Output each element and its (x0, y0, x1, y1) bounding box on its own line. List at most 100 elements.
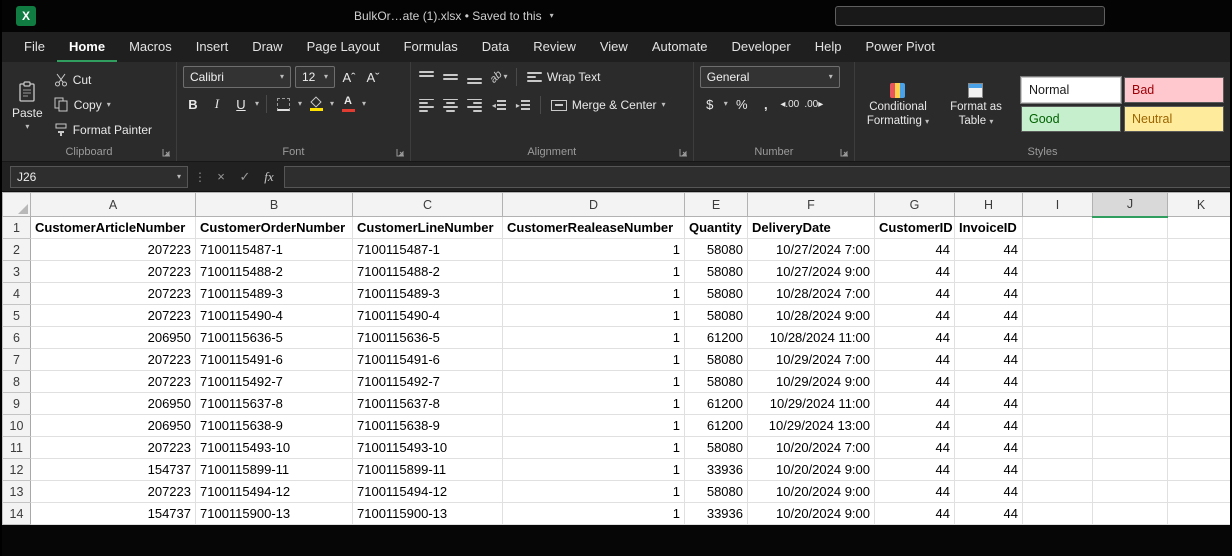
cell-J11[interactable] (1093, 437, 1168, 459)
cell-I4[interactable] (1023, 283, 1093, 305)
cell-D10[interactable]: 1 (503, 415, 685, 437)
cell-C11[interactable]: 7100115493-10 (353, 437, 503, 459)
cell-D6[interactable]: 1 (503, 327, 685, 349)
cell-D12[interactable]: 1 (503, 459, 685, 481)
cell-C9[interactable]: 7100115637-8 (353, 393, 503, 415)
cell-B11[interactable]: 7100115493-10 (196, 437, 353, 459)
cell-E10[interactable]: 61200 (685, 415, 748, 437)
cell-G3[interactable]: 44 (875, 261, 955, 283)
font-name-select[interactable]: Calibri ▾ (183, 66, 291, 88)
cell-A9[interactable]: 206950 (31, 393, 196, 415)
cell-H4[interactable]: 44 (955, 283, 1023, 305)
column-header-G[interactable]: G (875, 193, 955, 217)
cell-style-good[interactable]: Good (1021, 106, 1121, 132)
ribbon-tab-macros[interactable]: Macros (117, 32, 184, 62)
title-dropdown-chevron-icon[interactable]: ▾ (550, 12, 554, 20)
cell-G7[interactable]: 44 (875, 349, 955, 371)
cell-B10[interactable]: 7100115638-9 (196, 415, 353, 437)
font-color-chevron-icon[interactable]: ▾ (362, 100, 366, 108)
accounting-format-button[interactable]: $ (700, 94, 720, 114)
decrease-indent-button[interactable]: ◂ (489, 95, 509, 115)
search-box[interactable] (835, 6, 1105, 26)
cell-F3[interactable]: 10/27/2024 9:00 (748, 261, 875, 283)
increase-decimal-button[interactable]: ◂.00 (780, 94, 800, 114)
cell-I9[interactable] (1023, 393, 1093, 415)
ribbon-tab-developer[interactable]: Developer (719, 32, 802, 62)
borders-dropdown-chevron-icon[interactable]: ▾ (298, 100, 302, 108)
cell-A5[interactable]: 207223 (31, 305, 196, 327)
bold-button[interactable]: B (183, 94, 203, 114)
cell-F4[interactable]: 10/28/2024 7:00 (748, 283, 875, 305)
cell-I3[interactable] (1023, 261, 1093, 283)
cell-G9[interactable]: 44 (875, 393, 955, 415)
underline-dropdown-chevron-icon[interactable]: ▾ (255, 100, 259, 108)
cell-J4[interactable] (1093, 283, 1168, 305)
cell-K13[interactable] (1168, 481, 1231, 503)
ribbon-tab-home[interactable]: Home (57, 32, 117, 62)
ribbon-tab-power-pivot[interactable]: Power Pivot (853, 32, 946, 62)
ribbon-tab-page-layout[interactable]: Page Layout (295, 32, 392, 62)
ribbon-tab-help[interactable]: Help (803, 32, 854, 62)
cell-E14[interactable]: 33936 (685, 503, 748, 525)
cell-H9[interactable]: 44 (955, 393, 1023, 415)
cell-H6[interactable]: 44 (955, 327, 1023, 349)
cell-J5[interactable] (1093, 305, 1168, 327)
cell-A7[interactable]: 207223 (31, 349, 196, 371)
font-size-select[interactable]: 12 ▾ (295, 66, 335, 88)
middle-align-button[interactable] (441, 67, 461, 87)
cell-J7[interactable] (1093, 349, 1168, 371)
cell-H11[interactable]: 44 (955, 437, 1023, 459)
clipboard-dialog-launcher[interactable] (161, 146, 173, 158)
number-dialog-launcher[interactable] (839, 146, 851, 158)
cell-A4[interactable]: 207223 (31, 283, 196, 305)
cell-J1[interactable] (1093, 217, 1168, 239)
row-header-5[interactable]: 5 (3, 305, 31, 327)
cell-F1[interactable]: DeliveryDate (748, 217, 875, 239)
cell-I11[interactable] (1023, 437, 1093, 459)
cell-D3[interactable]: 1 (503, 261, 685, 283)
cell-I7[interactable] (1023, 349, 1093, 371)
column-header-F[interactable]: F (748, 193, 875, 217)
cell-C2[interactable]: 7100115487-1 (353, 239, 503, 261)
cell-F5[interactable]: 10/28/2024 9:00 (748, 305, 875, 327)
cell-G2[interactable]: 44 (875, 239, 955, 261)
cell-I12[interactable] (1023, 459, 1093, 481)
top-align-button[interactable] (417, 67, 437, 87)
cell-B2[interactable]: 7100115487-1 (196, 239, 353, 261)
cell-G10[interactable]: 44 (875, 415, 955, 437)
cell-I1[interactable] (1023, 217, 1093, 239)
ribbon-tab-formulas[interactable]: Formulas (392, 32, 470, 62)
row-header-6[interactable]: 6 (3, 327, 31, 349)
cell-A10[interactable]: 206950 (31, 415, 196, 437)
cell-G13[interactable]: 44 (875, 481, 955, 503)
cell-F11[interactable]: 10/20/2024 7:00 (748, 437, 875, 459)
cell-K4[interactable] (1168, 283, 1231, 305)
cell-E4[interactable]: 58080 (685, 283, 748, 305)
cell-J6[interactable] (1093, 327, 1168, 349)
align-right-button[interactable] (465, 95, 485, 115)
ribbon-tab-automate[interactable]: Automate (640, 32, 720, 62)
cell-F10[interactable]: 10/29/2024 13:00 (748, 415, 875, 437)
cell-style-normal[interactable]: Normal (1021, 77, 1121, 103)
cell-E3[interactable]: 58080 (685, 261, 748, 283)
cell-A1[interactable]: CustomerArticleNumber (31, 217, 196, 239)
borders-button[interactable] (274, 94, 294, 114)
cell-B12[interactable]: 7100115899-11 (196, 459, 353, 481)
cell-B7[interactable]: 7100115491-6 (196, 349, 353, 371)
cell-K12[interactable] (1168, 459, 1231, 481)
row-header-10[interactable]: 10 (3, 415, 31, 437)
merge-center-button[interactable]: Merge & Center ▾ (548, 94, 669, 116)
underline-button[interactable]: U (231, 94, 251, 114)
paste-button[interactable]: Paste ▾ (8, 77, 47, 133)
cell-D2[interactable]: 1 (503, 239, 685, 261)
cell-E1[interactable]: Quantity (685, 217, 748, 239)
font-color-button[interactable]: A (338, 94, 358, 114)
row-header-11[interactable]: 11 (3, 437, 31, 459)
cell-K1[interactable] (1168, 217, 1231, 239)
cell-B14[interactable]: 7100115900-13 (196, 503, 353, 525)
cell-F6[interactable]: 10/28/2024 11:00 (748, 327, 875, 349)
cell-I10[interactable] (1023, 415, 1093, 437)
document-title[interactable]: BulkOr…ate (1).xlsx • Saved to this ▾ (354, 0, 554, 32)
cell-C3[interactable]: 7100115488-2 (353, 261, 503, 283)
cell-I5[interactable] (1023, 305, 1093, 327)
